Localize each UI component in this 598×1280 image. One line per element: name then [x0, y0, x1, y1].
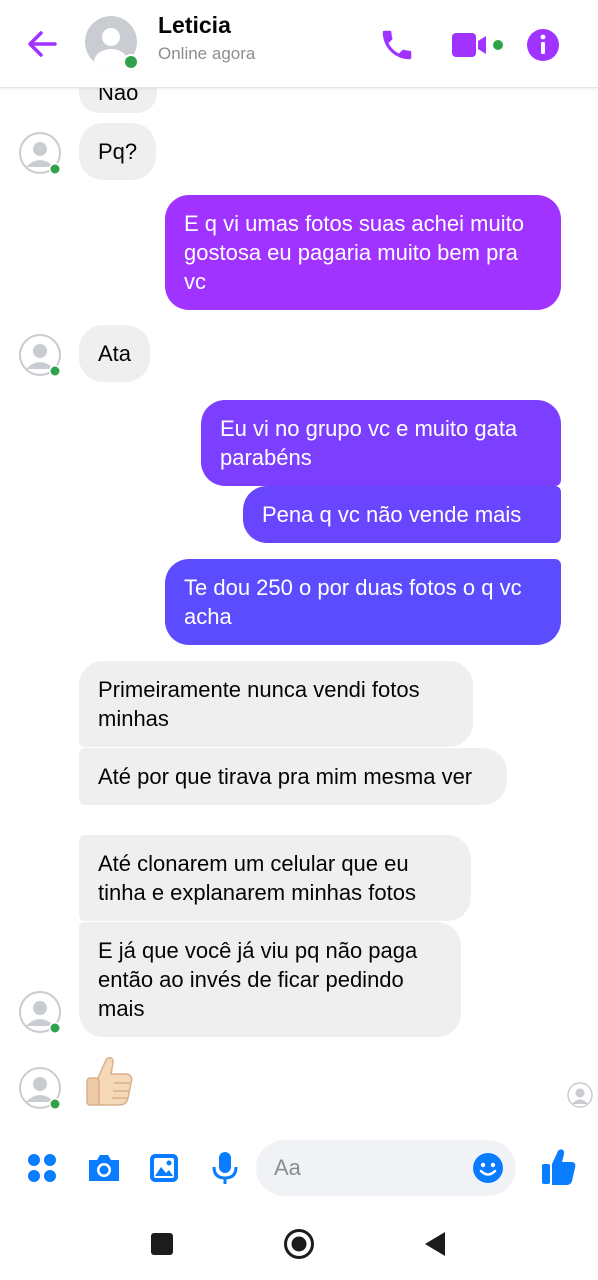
contact-status: Online agora — [158, 44, 256, 63]
message-outgoing[interactable]: Pena q vc não vende mais — [243, 486, 561, 543]
system-nav-bar — [0, 1208, 598, 1280]
message-outgoing[interactable]: Te dou 250 o por duas fotos o q vc acha — [165, 559, 561, 645]
message-outgoing[interactable]: Eu vi no grupo vc e muito gata parabéns — [201, 400, 561, 486]
microphone-icon[interactable] — [210, 1150, 240, 1186]
message-incoming[interactable]: Até por que tirava pra mim mesma ver — [79, 748, 507, 805]
recents-square-icon[interactable] — [150, 1232, 174, 1256]
contact-avatar-small — [19, 334, 61, 377]
gallery-icon[interactable] — [148, 1152, 180, 1184]
emoji-icon[interactable] — [472, 1152, 504, 1184]
contact-name[interactable]: Leticia — [158, 12, 231, 39]
thumbs-up-emoji[interactable] — [84, 1052, 136, 1110]
message-incoming[interactable]: E já que você já viu pq não paga então a… — [79, 922, 461, 1037]
online-indicator — [125, 56, 137, 68]
contact-avatar-small — [19, 991, 61, 1034]
message-incoming[interactable]: Pq? — [79, 123, 157, 180]
seen-avatar-icon — [567, 1082, 593, 1108]
message-outgoing[interactable]: E q vi umas fotos suas achei muito gosto… — [165, 195, 561, 310]
home-circle-icon[interactable] — [283, 1228, 315, 1260]
phone-icon[interactable] — [378, 26, 416, 64]
back-arrow-icon[interactable] — [22, 26, 62, 62]
chat-header: Leticia Online agora — [0, 0, 598, 88]
apps-grid-icon[interactable] — [26, 1152, 58, 1184]
video-camera-icon[interactable] — [448, 28, 510, 62]
message-incoming[interactable]: Até clonarem um celular que eu tinha e e… — [79, 835, 471, 921]
composer-bar — [0, 1128, 598, 1208]
info-icon[interactable] — [524, 26, 562, 64]
contact-avatar-small — [19, 132, 61, 175]
message-incoming[interactable]: Ata — [79, 325, 151, 382]
camera-icon[interactable] — [86, 1152, 122, 1184]
message-thread: Nao Pq? E q vi umas fotos suas achei mui… — [0, 88, 598, 1128]
thumbs-up-icon[interactable] — [540, 1148, 576, 1186]
message-incoming[interactable]: Primeiramente nunca vendi fotos minhas — [79, 661, 473, 747]
contact-avatar[interactable] — [85, 16, 141, 72]
contact-avatar-small — [19, 1067, 61, 1110]
message-incoming[interactable]: Nao — [79, 88, 158, 113]
back-triangle-icon[interactable] — [424, 1231, 446, 1257]
